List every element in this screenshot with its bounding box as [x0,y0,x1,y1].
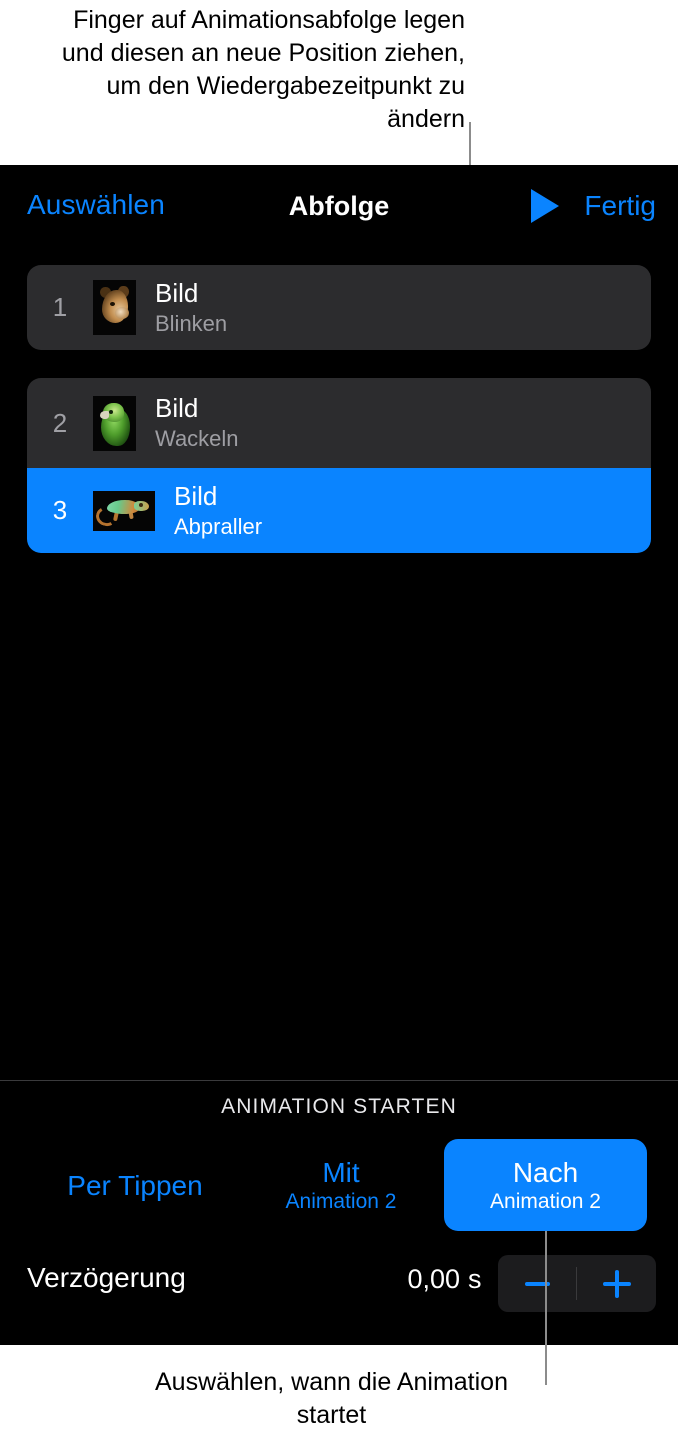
sequence-row[interactable]: 2 Bild Wackeln [27,378,651,468]
sequence-row-title: Bild [174,480,218,511]
sequence-row-effect: Wackeln [155,426,239,451]
sequence-row-index: 3 [52,495,68,525]
callout-bottom-leader-line [545,1231,547,1385]
sequence-row-index: 1 [52,292,68,322]
callout-bottom-text: Auswählen, wann die Animation startet [154,1368,508,1429]
start-option-on-tap[interactable]: Per Tippen [40,1154,230,1216]
sequence-row-title: Bild [155,277,199,308]
sequence-row-effect: Blinken [155,310,228,336]
delay-row: Verzögerung 0,00 s [0,1240,678,1328]
delay-stepper [498,1255,656,1312]
start-trigger-options: Per Tippen Mit Animation 2 Nach Animatio… [0,1139,678,1231]
settings-divider [0,1080,678,1081]
start-option-sublabel: Animation 2 [490,1189,601,1213]
animation-sequence-panel: Auswählen Abfolge Fertig 1 Bild Blinken … [0,165,678,1345]
chameleon-photo-thumbnail [93,490,155,531]
delay-increase-button[interactable] [577,1255,656,1312]
start-option-after-selected[interactable]: Nach Animation 2 [444,1139,647,1231]
start-option-label: Nach [512,1156,579,1188]
delay-value: 0,00 [407,1264,460,1294]
parrot-photo-thumbnail [93,395,136,451]
done-button[interactable]: Fertig [584,190,656,222]
sequence-row[interactable]: 1 Bild Blinken [27,265,651,350]
sequence-row-text: Bild Abpraller [174,481,262,541]
sequence-row-text: Bild Wackeln [155,393,239,453]
sequence-row-title: Bild [155,393,199,423]
nav-right-actions: Fertig [528,187,656,225]
plus-icon [602,1269,631,1298]
leopard-photo-thumbnail [93,280,136,335]
start-option-label: Per Tippen [67,1169,203,1201]
sequence-row-index: 2 [52,407,68,438]
section-header-animation-start: ANIMATION STARTEN [221,1095,457,1118]
nav-bar: Auswählen Abfolge Fertig [0,165,678,253]
delay-unit: s [468,1264,482,1294]
start-option-with[interactable]: Mit Animation 2 [252,1146,430,1224]
delay-decrease-button[interactable] [498,1255,577,1312]
sequence-row-text: Bild Blinken [155,278,227,338]
callout-top-text: Finger auf Animationsabfolge legen und d… [61,6,465,133]
sequence-row-effect: Abpraller [174,513,263,539]
play-triangle-icon[interactable] [528,187,562,225]
delay-label: Verzögerung [27,1262,186,1293]
start-option-label: Mit [322,1156,360,1188]
start-option-sublabel: Animation 2 [285,1189,397,1213]
sequence-row-selected[interactable]: 3 Bild Abpraller [27,468,651,553]
